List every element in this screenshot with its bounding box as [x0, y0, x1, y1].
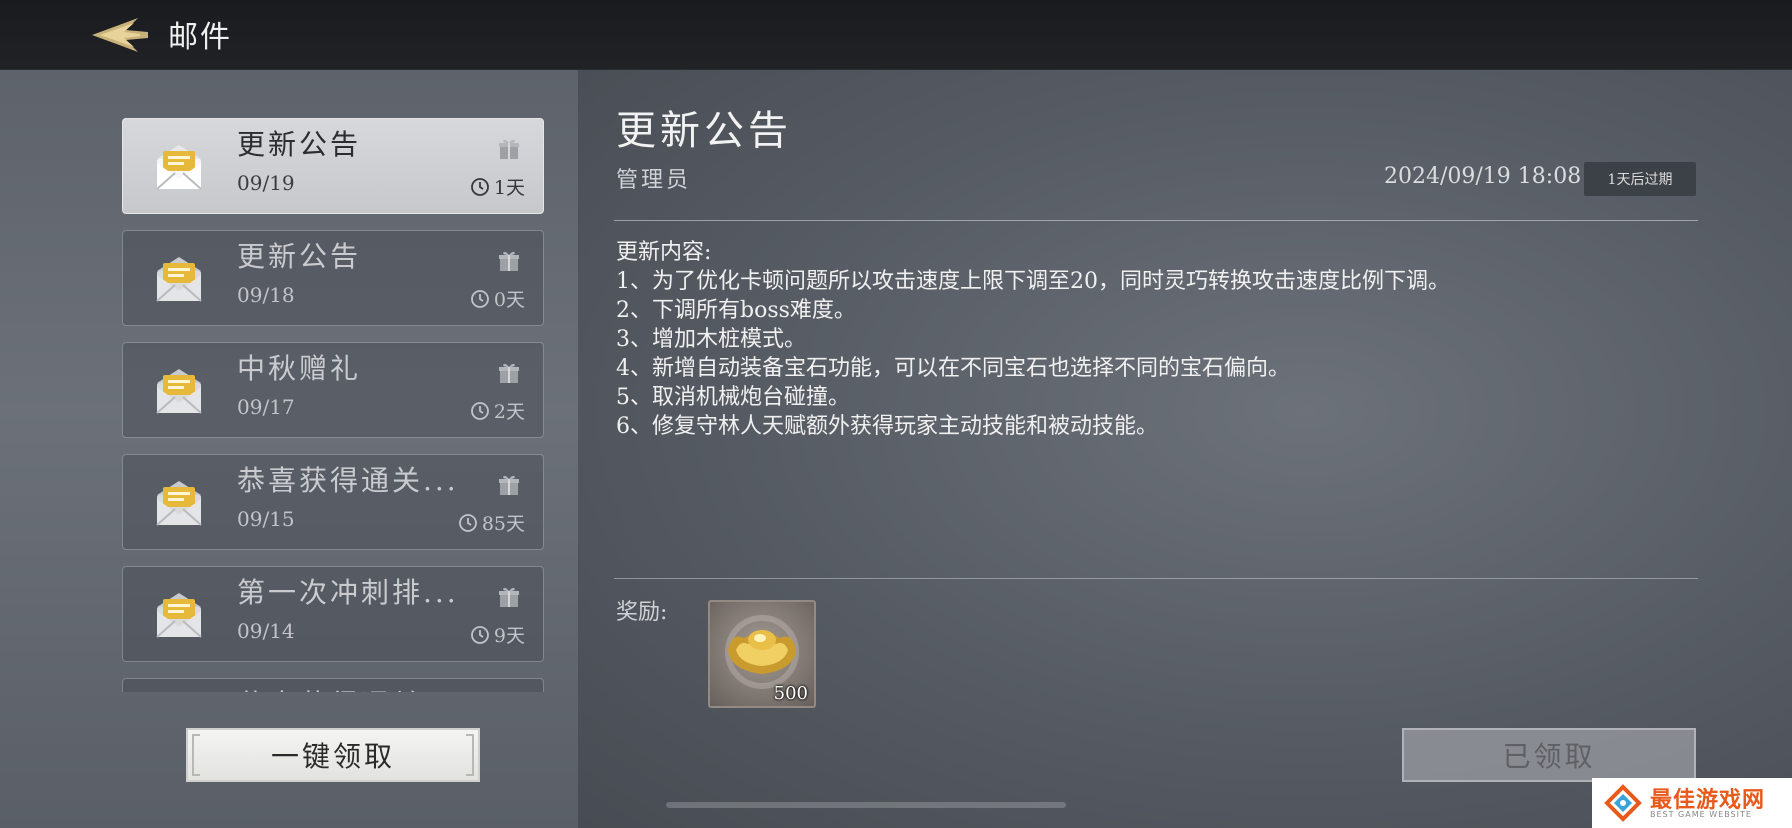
mail-sender: 管理员	[616, 168, 692, 193]
mail-expire: 1天	[470, 173, 525, 200]
envelope-icon	[153, 365, 205, 417]
mail-title: 恭喜获得通关...	[237, 464, 459, 497]
mail-list[interactable]: 更新公告 09/19 1天 更新公告 09/18 0天 中秋赠礼 09/17 2…	[122, 118, 544, 692]
mail-expire: 9天	[470, 621, 525, 648]
content-line: 2、下调所有boss难度。	[616, 298, 856, 323]
gift-icon	[497, 361, 521, 385]
mail-detail-title: 更新公告	[616, 108, 792, 154]
mail-expire-days: 9天	[493, 625, 525, 647]
mail-title: 中秋赠礼	[237, 352, 362, 385]
gift-icon	[497, 249, 521, 273]
mail-title: 更新公告	[237, 128, 362, 161]
clock-icon	[471, 625, 489, 644]
divider	[614, 220, 1698, 221]
content-line: 6、修复守林人天赋额外获得玩家主动技能和被动技能。	[616, 414, 1158, 439]
site-watermark: 最佳游戏网 BEST GAME WEBSITE	[1592, 778, 1792, 828]
mail-title: 更新公告	[237, 240, 362, 273]
mail-date: 09/17	[237, 395, 295, 419]
mail-list-item[interactable]: 中秋赠礼 09/17 2天	[122, 342, 544, 438]
mail-date: 09/19	[237, 171, 295, 195]
gift-icon	[497, 585, 521, 609]
mail-expire: 0天	[470, 285, 525, 312]
mail-expire-days: 0天	[493, 289, 525, 311]
expire-badge: 1天后过期	[1584, 162, 1696, 196]
mail-expire-days: 2天	[493, 401, 525, 423]
content-line: 4、新增自动装备宝石功能，可以在不同宝石也选择不同的宝石偏向。	[616, 356, 1290, 381]
clock-icon	[471, 289, 489, 308]
claimed-button: 已领取	[1402, 728, 1696, 782]
mail-list-panel: 更新公告 09/19 1天 更新公告 09/18 0天 中秋赠礼 09/17 2…	[0, 70, 578, 828]
page-title: 邮件	[168, 20, 232, 55]
mail-expire: 2天	[470, 397, 525, 424]
top-bar: 邮件	[0, 0, 1792, 70]
mail-detail-panel: 更新公告 管理员 2024/09/19 18:08 1天后过期 更新内容: 1、…	[578, 70, 1792, 828]
gift-icon	[497, 137, 521, 161]
mail-expire: 85天	[458, 509, 525, 536]
reward-item-slot[interactable]: 500	[708, 600, 816, 708]
clock-icon	[471, 401, 489, 420]
mail-list-item[interactable]: 更新公告 09/19 1天	[122, 118, 544, 214]
clock-icon	[471, 177, 489, 196]
mail-date: 09/14	[237, 619, 295, 643]
mail-title: 第一次冲刺排...	[237, 576, 459, 609]
scrollbar[interactable]	[666, 802, 1066, 808]
reward-label: 奖励:	[616, 600, 668, 625]
mail-date: 09/18	[237, 283, 295, 307]
gift-icon	[497, 473, 521, 497]
envelope-icon	[153, 589, 205, 641]
content-line: 5、取消机械炮台碰撞。	[616, 385, 850, 410]
content-line: 3、增加木桩模式。	[616, 327, 806, 352]
content-line: 1、为了优化卡顿问题所以攻击速度上限下调至20，同时灵巧转换攻击速度比例下调。	[616, 269, 1450, 294]
mail-list-item[interactable]: 恭喜获得通关	[122, 678, 544, 692]
envelope-icon	[153, 477, 205, 529]
mail-title: 恭喜获得通关	[237, 683, 423, 692]
divider	[614, 578, 1698, 579]
clock-icon	[458, 513, 477, 532]
mail-date: 09/15	[237, 507, 295, 531]
mail-datetime: 2024/09/19 18:08	[1384, 164, 1582, 189]
back-arrow-icon	[92, 18, 148, 52]
back-button[interactable]	[90, 14, 150, 56]
mail-expire-days: 85天	[481, 513, 525, 535]
watermark-subtext: BEST GAME WEBSITE	[1650, 810, 1752, 819]
mail-content: 更新内容: 1、为了优化卡顿问题所以攻击速度上限下调至20，同时灵巧转换攻击速度…	[616, 238, 1696, 441]
mail-expire-days: 1天	[493, 177, 525, 199]
mail-list-item[interactable]: 第一次冲刺排... 09/14 9天	[122, 566, 544, 662]
claim-all-button[interactable]: 一键领取	[186, 728, 480, 782]
site-logo-icon	[1604, 784, 1642, 822]
envelope-icon	[153, 141, 205, 193]
mail-list-item[interactable]: 更新公告 09/18 0天	[122, 230, 544, 326]
mail-list-item[interactable]: 恭喜获得通关... 09/15 85天	[122, 454, 544, 550]
envelope-icon	[153, 253, 205, 305]
content-heading: 更新内容:	[616, 240, 712, 265]
reward-quantity: 500	[773, 683, 808, 704]
